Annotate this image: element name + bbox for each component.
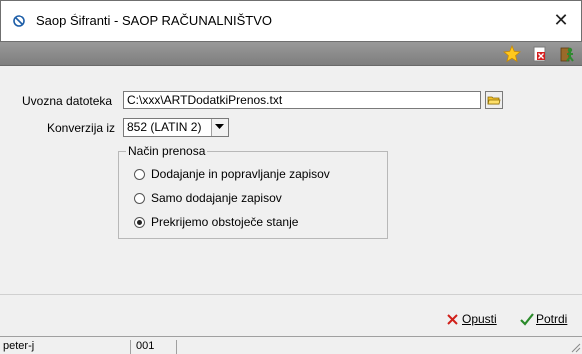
delete-doc-icon[interactable] [531, 45, 549, 63]
option-label[interactable]: Samo dodajanje zapisov [151, 191, 282, 205]
conversion-value: 852 (LATIN 2) [127, 120, 202, 134]
exit-icon[interactable] [559, 45, 577, 63]
radio-add-and-update[interactable] [134, 169, 145, 180]
radio-add-only[interactable] [134, 193, 145, 204]
status-user: peter-j [3, 340, 35, 352]
radio-selected-dot [137, 220, 142, 225]
close-icon: ✕ [553, 10, 569, 30]
transfer-mode-title: Način prenosa [126, 144, 208, 158]
confirm-label: Potrdi [536, 312, 568, 326]
dropdown-button[interactable] [211, 119, 228, 136]
close-button[interactable]: ✕ [548, 8, 574, 32]
resize-grip-icon[interactable] [569, 341, 581, 353]
conversion-select[interactable]: 852 (LATIN 2) [123, 118, 229, 137]
option-label[interactable]: Prekrijemo obstoječe stanje [151, 215, 298, 229]
file-label: Uvozna datoteka [22, 94, 113, 108]
browse-button[interactable] [485, 91, 503, 109]
option-label[interactable]: Dodajanje in popravljanje zapisov [151, 167, 330, 181]
cancel-label: Opusti [462, 312, 497, 326]
chevron-down-icon [215, 124, 224, 129]
conversion-label: Konverzija iz [47, 121, 116, 135]
cancel-x-icon [447, 314, 458, 325]
radio-overwrite[interactable] [134, 217, 145, 228]
check-icon [520, 313, 534, 326]
status-code: 001 [136, 340, 155, 352]
status-message-cell [176, 340, 582, 354]
file-path-input[interactable]: C:\xxx\ARTDodatkiPrenos.txt [123, 91, 481, 109]
form-header [0, 42, 582, 66]
folder-open-icon [487, 96, 501, 105]
form-title: UVOZ dodatki prenos [8, 4, 141, 19]
star-icon[interactable] [503, 45, 521, 63]
